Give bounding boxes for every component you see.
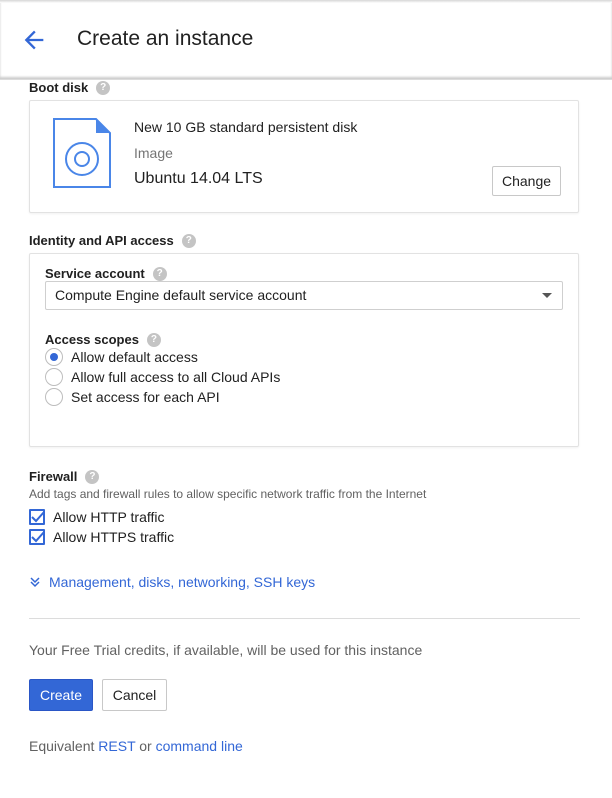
create-button[interactable]: Create	[29, 679, 93, 711]
disk-image-icon	[53, 118, 111, 188]
equivalent-prefix: Equivalent	[29, 738, 95, 754]
scope-option-label: Allow default access	[71, 349, 198, 365]
firewall-description: Add tags and firewall rules to allow spe…	[29, 487, 427, 501]
change-button[interactable]: Change	[492, 166, 562, 196]
help-icon[interactable]: ?	[85, 469, 100, 484]
dropdown-arrow-icon	[542, 293, 552, 298]
radio-button[interactable]	[45, 348, 63, 366]
scope-option-default[interactable]: Allow default access	[45, 348, 198, 366]
scope-option-label: Set access for each API	[71, 389, 220, 405]
page-title: Create an instance	[77, 27, 254, 50]
image-label: Image	[134, 145, 173, 161]
service-account-heading: Service account ?	[45, 266, 167, 281]
back-button[interactable]	[20, 26, 48, 54]
allow-http-checkbox-row[interactable]: Allow HTTP traffic	[29, 509, 165, 525]
help-icon[interactable]: ?	[96, 80, 111, 95]
scope-option-label: Allow full access to all Cloud APIs	[71, 369, 281, 385]
access-scopes-heading: Access scopes ?	[45, 332, 161, 347]
access-scopes-label: Access scopes	[45, 332, 139, 347]
scope-option-each[interactable]: Set access for each API	[45, 388, 220, 406]
checkmark-icon	[31, 511, 45, 523]
disk-name: New 10 GB standard persistent disk	[134, 119, 358, 135]
service-account-label: Service account	[45, 266, 145, 281]
boot-disk-heading: Boot disk ?	[29, 80, 111, 95]
help-icon[interactable]: ?	[152, 266, 167, 281]
free-trial-note: Your Free Trial credits, if available, w…	[29, 642, 423, 658]
checkbox[interactable]	[29, 529, 45, 545]
double-chevron-down-icon	[30, 577, 40, 588]
firewall-heading: Firewall ?	[29, 469, 100, 484]
help-icon[interactable]: ?	[181, 233, 196, 248]
image-value: Ubuntu 14.04 LTS	[134, 170, 263, 187]
header-shadow	[0, 0, 612, 3]
identity-card: Service account ? Compute Engine default…	[29, 253, 579, 447]
help-icon[interactable]: ?	[146, 332, 161, 347]
management-link-label: Management, disks, networking, SSH keys	[49, 574, 316, 590]
allow-https-checkbox-row[interactable]: Allow HTTPS traffic	[29, 529, 174, 545]
scope-option-full[interactable]: Allow full access to all Cloud APIs	[45, 368, 280, 386]
checkbox[interactable]	[29, 509, 45, 525]
identity-label: Identity and API access	[29, 233, 174, 248]
allow-https-label: Allow HTTPS traffic	[53, 529, 175, 545]
firewall-label: Firewall	[29, 469, 78, 484]
checkmark-icon	[31, 531, 45, 543]
page-header: Create an instance	[0, 0, 612, 80]
identity-heading: Identity and API access ?	[29, 233, 196, 248]
radio-button[interactable]	[45, 368, 63, 386]
cancel-button[interactable]: Cancel	[102, 679, 167, 711]
management-link[interactable]: Management, disks, networking, SSH keys	[29, 574, 315, 590]
boot-disk-card: New 10 GB standard persistent disk Image…	[29, 100, 579, 213]
rest-link[interactable]: REST	[98, 738, 135, 754]
command-line-link[interactable]: command line	[156, 738, 243, 754]
service-account-value: Compute Engine default service account	[55, 287, 307, 303]
radio-button[interactable]	[45, 388, 63, 406]
boot-disk-label: Boot disk	[29, 80, 89, 95]
service-account-select[interactable]: Compute Engine default service account	[45, 281, 563, 310]
equivalent-or: or	[139, 738, 152, 754]
divider	[29, 618, 580, 619]
equivalent-line: Equivalent REST or command line	[29, 738, 243, 754]
allow-http-label: Allow HTTP traffic	[53, 509, 165, 525]
arrow-back-icon	[24, 30, 44, 50]
